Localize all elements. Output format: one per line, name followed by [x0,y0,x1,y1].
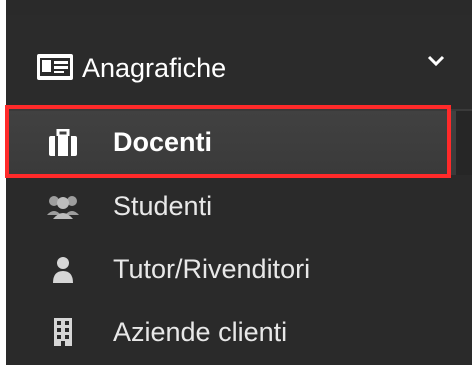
sidebar-item-label: Aziende clienti [113,317,288,347]
chevron-down-icon[interactable] [427,55,445,67]
sidebar-item-docenti[interactable]: Docenti [6,111,472,175]
users-icon [47,196,79,219]
active-edge [456,111,472,175]
sidebar-item-aziende-clienti[interactable]: Aziende clienti [6,301,472,365]
sidebar: Anagrafiche Docenti Studenti Tutor/Riven… [6,0,472,365]
building-icon [54,318,72,346]
user-icon [53,257,73,283]
section-anagrafiche[interactable]: Anagrafiche [6,15,472,111]
sidebar-item-label: Tutor/Rivenditori [113,254,311,284]
sidebar-item-label: Studenti [113,191,213,221]
sidebar-item-label: Docenti [113,127,213,157]
id-card-icon [37,54,73,80]
briefcase-icon [49,129,77,156]
section-label: Anagrafiche [82,53,227,83]
sidebar-item-studenti[interactable]: Studenti [6,175,472,239]
sidebar-item-tutor-rivenditori[interactable]: Tutor/Rivenditori [6,238,472,302]
